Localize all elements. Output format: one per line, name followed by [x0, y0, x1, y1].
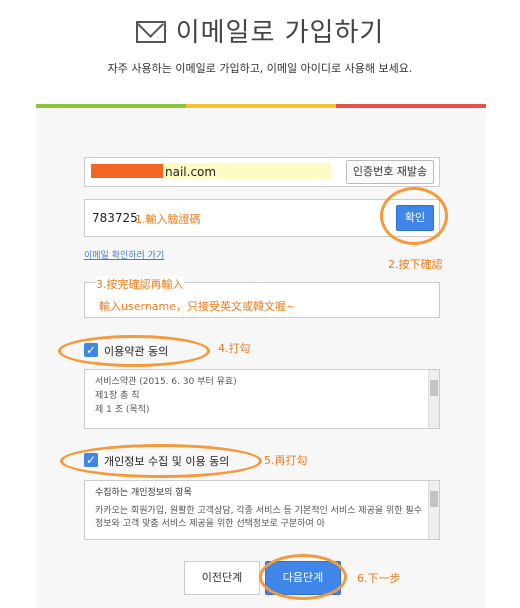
prev-step-button[interactable]: 이전단계 [184, 561, 260, 595]
privacy-heading: 수집하는 개인정보의 항목 [95, 488, 192, 498]
annotation-1: 1.輸入驗證碼 [135, 213, 201, 226]
annotation-4: 4.打勾 [218, 342, 251, 355]
privacy-body: 카카오는 회원가입, 원활한 고객상담, 각종 서비스 등 기본적인 서비스 제… [95, 506, 422, 529]
annotation-3-line-1: 3.按完確認再輸入 [96, 276, 184, 292]
verification-code-value: 783725 [92, 211, 138, 225]
check-email-link[interactable]: 이메일 확인하러 가기 [84, 248, 164, 261]
email-redaction [91, 164, 163, 178]
annotation-3-line-2: 輸入username，只接受英文或韓文喔~ [99, 300, 296, 313]
terms-scroll-thumb[interactable] [430, 380, 438, 396]
annotation-circle-privacy [60, 444, 262, 478]
annotation-2: 2.按下確認 [388, 258, 443, 271]
terms-textbox[interactable]: 서비스약관 (2015. 6. 30 부터 유효) 제1장 총 칙 제 1 조 … [84, 369, 440, 429]
terms-scrollbar[interactable] [428, 370, 439, 428]
resend-code-button[interactable]: 인증번호 재발송 [346, 160, 434, 184]
annotation-circle-next [259, 554, 347, 600]
privacy-scroll-thumb[interactable] [430, 491, 438, 507]
annotation-circle-confirm [380, 187, 448, 245]
annotation-5: 5.再打勾 [264, 454, 308, 467]
email-value: nail.com [165, 165, 217, 179]
privacy-textbox[interactable]: 수집하는 개인정보의 항목 카카오는 회원가입, 원활한 고객상담, 각종 서비… [84, 480, 440, 540]
annotation-6: 6.下一步 [357, 572, 401, 585]
page-title-text: 이메일로 가입하기 [175, 18, 385, 48]
terms-line-1: 서비스약관 (2015. 6. 30 부터 유효) [95, 377, 237, 387]
page-subtitle: 자주 사용하는 이메일로 가입하고, 이메일 아이디로 사용해 보세요. [107, 62, 413, 75]
terms-line-2: 제1장 총 칙 [95, 391, 140, 401]
page-title: 이메일로 가입하기 [0, 12, 520, 49]
annotation-circle-terms [58, 335, 210, 367]
envelope-icon [135, 20, 166, 43]
privacy-scrollbar[interactable] [428, 481, 439, 539]
terms-line-3: 제 1 조 (목적) [95, 405, 150, 415]
